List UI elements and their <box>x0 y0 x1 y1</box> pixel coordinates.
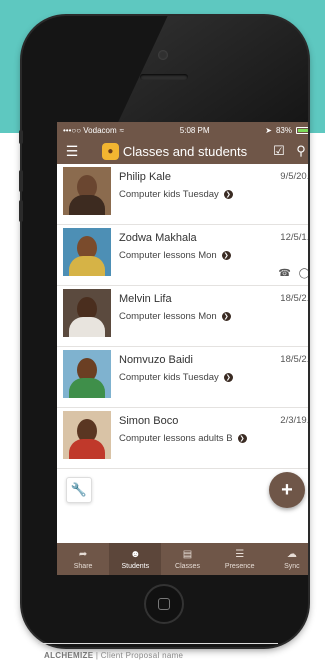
tab-presence[interactable]: ☰ Presence <box>214 543 266 575</box>
student-photo <box>63 167 111 215</box>
home-button[interactable] <box>144 584 184 624</box>
checklist-icon[interactable]: ☑ <box>268 143 290 159</box>
student-row[interactable]: Simon Boco Computer lessons adults B ❯ 2/… <box>57 408 308 469</box>
student-photo <box>63 350 111 398</box>
footer-text: | Client Proposal name <box>95 651 184 660</box>
tab-label: Presence <box>224 562 255 570</box>
class-name: Computer lessons Mon <box>119 250 217 261</box>
chevron-right-icon[interactable]: ❯ <box>221 312 231 321</box>
class-name: Computer kids Tuesday <box>119 372 219 383</box>
app-logo-icon: ● <box>101 142 119 160</box>
wifi-icon: ≈ <box>119 125 125 135</box>
page-title: Classes and students <box>122 143 248 159</box>
chat-bubble-icon[interactable]: ◯ <box>299 268 308 279</box>
volume-down-button <box>19 200 23 222</box>
tab-label: Sync <box>284 562 300 570</box>
front-camera <box>158 50 168 60</box>
students-icon: ☻ <box>130 548 141 560</box>
class-name: Computer lessons adults B <box>119 433 233 444</box>
footer-divider <box>38 643 278 644</box>
tab-classes[interactable]: ▤ Classes <box>161 543 213 575</box>
presence-icon: ☰ <box>235 548 245 560</box>
app-bar: ☰ ● Classes and students ☑ ⚲ <box>57 138 308 164</box>
student-row[interactable]: Philip Kale Computer kids Tuesday ❯ 9/5/2… <box>57 164 308 225</box>
share-icon: ➦ <box>78 548 88 560</box>
tab-label: Classes <box>175 562 200 570</box>
volume-up-button <box>19 170 23 192</box>
footer-caption: ALCHEMIZE | Client Proposal name <box>44 651 183 660</box>
student-date: 9/5/20.. <box>280 171 308 182</box>
student-date: 18/5/2.. <box>280 354 308 365</box>
battery-icon <box>296 126 308 134</box>
student-photo <box>63 411 111 459</box>
glass-reflection <box>116 16 308 126</box>
tab-students[interactable]: ☻ Students <box>109 543 162 575</box>
student-date: 2/3/19.. <box>280 415 308 426</box>
student-row[interactable]: Zodwa Makhala Computer lessons Mon ❯ 12/5… <box>57 225 308 286</box>
bottom-tab-bar: ➦ Share ☻ Students ▤ Classes ☰ Presence … <box>57 543 308 575</box>
earpiece-speaker <box>140 74 188 80</box>
student-row[interactable]: Melvin Lifa Computer lessons Mon ❯ 18/5/2… <box>57 286 308 347</box>
add-button[interactable]: + <box>269 472 305 508</box>
search-icon[interactable]: ⚲ <box>290 143 308 159</box>
carrier-label: •••○○ Vodacom <box>63 125 117 135</box>
tab-label: Students <box>121 562 150 570</box>
menu-icon[interactable]: ☰ <box>63 143 81 160</box>
class-name: Computer lessons Mon <box>119 311 217 322</box>
tab-label: Share <box>73 562 93 570</box>
student-photo <box>63 289 111 337</box>
location-icon: ➤ <box>265 125 272 135</box>
phone-frame: •••○○ Vodacom ≈ 5:08 PM ➤ 83% ☰ ● Classe… <box>22 16 308 647</box>
tab-sync[interactable]: ☁ Sync <box>266 543 308 575</box>
chevron-right-icon[interactable]: ❯ <box>223 190 233 199</box>
cloud-icon: ☁ <box>286 548 297 560</box>
phone-icon[interactable]: ☎ <box>278 268 290 279</box>
wrench-icon[interactable]: 🔧 <box>66 477 92 503</box>
class-name: Computer kids Tuesday <box>119 189 219 200</box>
footer-brand: ALCHEMIZE <box>44 651 94 660</box>
tab-share[interactable]: ➦ Share <box>57 543 109 575</box>
chevron-right-icon[interactable]: ❯ <box>223 373 233 382</box>
mute-switch <box>19 130 23 144</box>
chevron-right-icon[interactable]: ❯ <box>237 434 247 443</box>
student-date: 18/5/2.. <box>280 293 308 304</box>
student-row[interactable]: Nomvuzo Baidi Computer kids Tuesday ❯ 18/… <box>57 347 308 408</box>
student-date: 12/5/1.. <box>280 232 308 243</box>
clock: 5:08 PM <box>179 125 210 135</box>
classes-icon: ▤ <box>182 548 193 560</box>
chevron-right-icon[interactable]: ❯ <box>221 251 231 260</box>
status-bar: •••○○ Vodacom ≈ 5:08 PM ➤ 83% <box>57 122 308 138</box>
student-photo <box>63 228 111 276</box>
app-screen: •••○○ Vodacom ≈ 5:08 PM ➤ 83% ☰ ● Classe… <box>57 122 308 575</box>
student-list: Philip Kale Computer kids Tuesday ❯ 9/5/2… <box>57 164 308 469</box>
battery-percent: 83% <box>275 125 292 135</box>
